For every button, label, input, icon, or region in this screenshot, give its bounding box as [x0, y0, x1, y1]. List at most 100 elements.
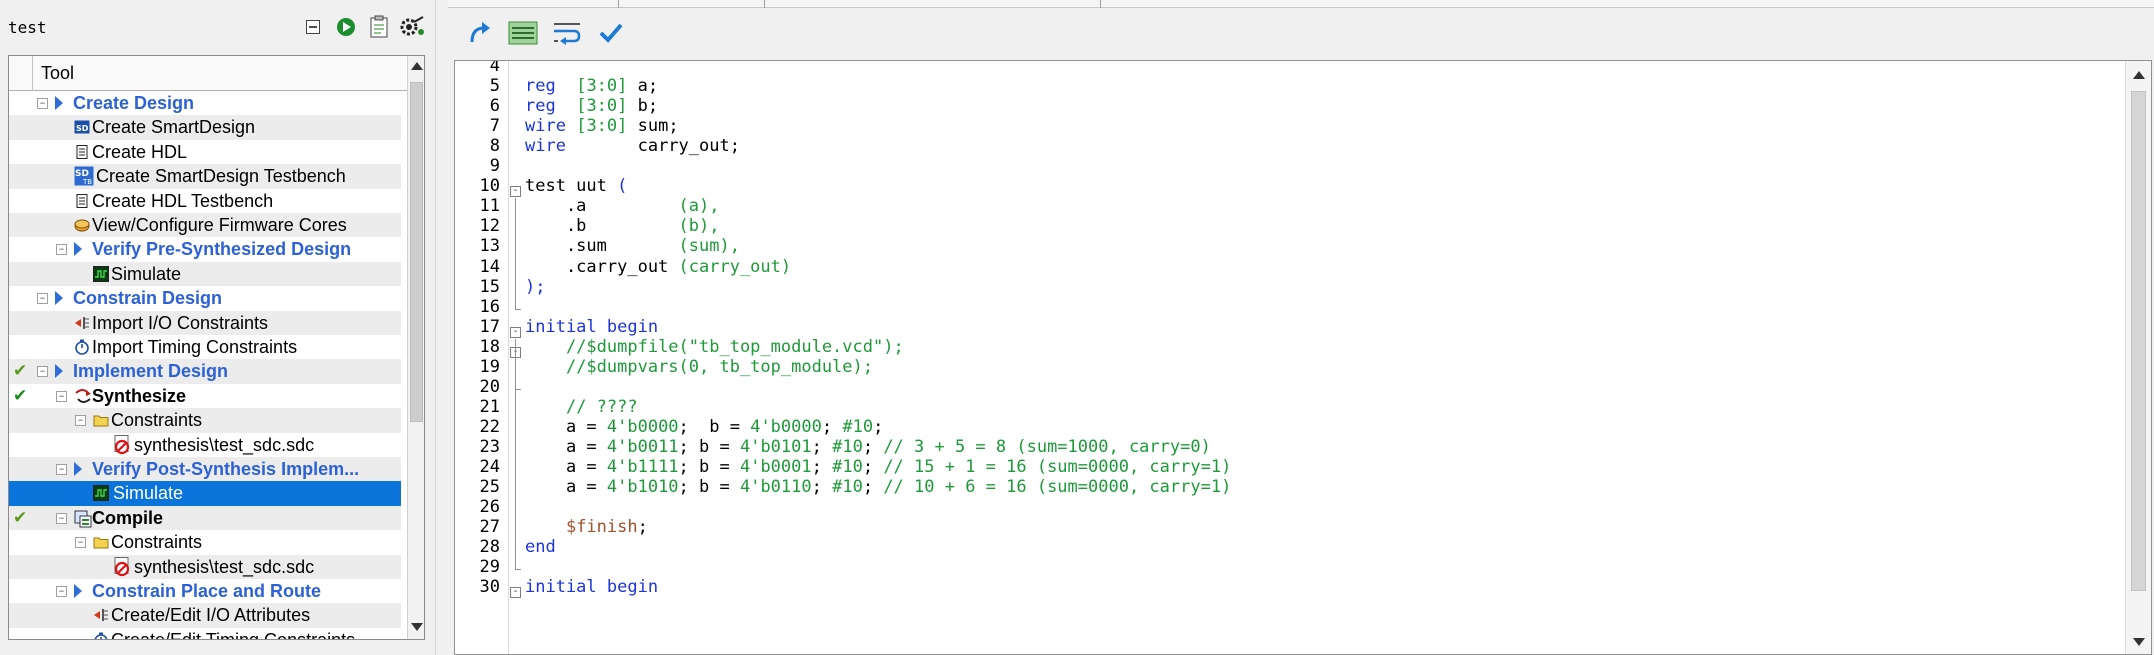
- code-line[interactable]: wire carry_out;: [525, 136, 740, 156]
- tree-item[interactable]: ✔ − Implement Design: [9, 359, 401, 384]
- expand-arrow-icon[interactable]: [74, 462, 82, 476]
- code-line[interactable]: test uut (: [525, 176, 627, 196]
- line-number: 4: [489, 60, 500, 76]
- fold-toggle-icon[interactable]: -: [510, 186, 521, 198]
- code-line[interactable]: .a (a),: [525, 196, 720, 216]
- line-number: 19: [479, 356, 500, 377]
- panel-splitter[interactable]: [435, 0, 447, 655]
- tree-item[interactable]: − Create Design: [9, 91, 401, 115]
- expand-arrow-icon[interactable]: [74, 242, 82, 257]
- tree-item[interactable]: Create HDL: [9, 140, 401, 164]
- code-line[interactable]: $finish;: [525, 517, 648, 537]
- run-icon[interactable]: [333, 14, 358, 39]
- collapse-toggle-icon[interactable]: −: [56, 244, 67, 256]
- scroll-thumb[interactable]: [2131, 91, 2146, 591]
- tree-item[interactable]: Create HDL Testbench: [9, 189, 401, 213]
- status-cell: [9, 115, 33, 139]
- code-line[interactable]: // ????: [525, 397, 638, 417]
- collapse-toggle-icon[interactable]: −: [56, 586, 67, 597]
- code-line[interactable]: reg [3:0] b;: [525, 96, 658, 116]
- report-icon[interactable]: [366, 14, 391, 39]
- code-line[interactable]: wire [3:0] sum;: [525, 116, 679, 136]
- line-number: 20: [479, 376, 500, 397]
- check-syntax-icon[interactable]: [594, 16, 628, 50]
- tree-item[interactable]: − Constrain Design: [9, 286, 401, 310]
- code-line[interactable]: a = 4'b1010; b = 4'b0110; #10; // 10 + 6…: [525, 477, 1231, 497]
- code-line[interactable]: a = 4'b1111; b = 4'b0001; #10; // 15 + 1…: [525, 457, 1231, 477]
- code-line[interactable]: .carry_out (carry_out): [525, 257, 791, 277]
- comment-block-icon[interactable]: [506, 16, 540, 50]
- expand-arrow-icon[interactable]: [55, 364, 63, 379]
- collapse-toggle-icon[interactable]: −: [56, 512, 67, 524]
- tree-item[interactable]: Create/Edit I/O Attributes: [9, 603, 401, 628]
- code-line[interactable]: a = 4'b0000; b = 4'b0000; #10;: [525, 417, 883, 437]
- line-number: 11: [479, 196, 500, 217]
- code-area[interactable]: reg [3:0] a; reg [3:0] b; wire [3:0] sum; w…: [523, 61, 2123, 654]
- code-token: ; b =: [678, 416, 751, 437]
- fold-toggle-icon[interactable]: -: [510, 326, 521, 338]
- scroll-thumb[interactable]: [410, 82, 423, 422]
- tree-item[interactable]: View/Configure Firmware Cores: [9, 213, 401, 238]
- fold-toggle-icon[interactable]: -: [510, 587, 521, 599]
- tree-item[interactable]: − Verify Post-Synthesis Implem...: [9, 457, 401, 482]
- code-line[interactable]: .b (b),: [525, 216, 720, 236]
- code-token: 4'b0000: [750, 416, 822, 437]
- collapse-toggle-icon[interactable]: −: [56, 464, 67, 475]
- editor-scrollbar[interactable]: [2125, 61, 2151, 654]
- collapse-toggle-icon[interactable]: −: [37, 366, 48, 378]
- tree-item-label: Constrain Place and Route: [92, 581, 322, 601]
- collapse-toggle-icon[interactable]: −: [75, 415, 86, 427]
- scroll-down-icon[interactable]: [2133, 638, 2145, 646]
- expand-arrow-icon[interactable]: [55, 96, 63, 110]
- code-line[interactable]: //$dumpfile("tb_top_module.vcd");: [525, 337, 904, 357]
- tree-item[interactable]: Simulate: [9, 261, 401, 287]
- simulate-icon: [93, 485, 109, 502]
- tree-item[interactable]: Import Timing Constraints: [9, 335, 401, 359]
- collapse-toggle-icon[interactable]: −: [37, 293, 48, 305]
- editor-tab-strip[interactable]: [448, 0, 2154, 8]
- status-column-header: [9, 56, 33, 91]
- wrap-icon[interactable]: [550, 16, 584, 50]
- tree-item[interactable]: − Constraints: [9, 530, 401, 554]
- tree-item[interactable]: ✔ − Synthesize: [9, 384, 401, 408]
- tree-item[interactable]: Import I/O Constraints: [9, 310, 401, 335]
- collapse-toggle-icon[interactable]: −: [37, 98, 48, 109]
- configure-icon[interactable]: [399, 14, 424, 39]
- code-line[interactable]: initial begin: [525, 577, 658, 597]
- tree-item[interactable]: − Constraints: [9, 408, 401, 433]
- tree-item[interactable]: SD Create SmartDesign: [9, 115, 401, 140]
- sdc-file-icon: [112, 556, 130, 576]
- fold-margin[interactable]: ----: [509, 61, 523, 654]
- redo-icon[interactable]: [462, 16, 496, 50]
- tool-column-header[interactable]: Tool: [9, 56, 407, 91]
- status-cell: [9, 237, 33, 261]
- scroll-up-icon[interactable]: [411, 62, 423, 70]
- collapse-toggle-icon[interactable]: −: [75, 537, 86, 549]
- code-line[interactable]: reg [3:0] a;: [525, 76, 658, 96]
- scroll-down-icon[interactable]: [411, 623, 423, 631]
- code-line[interactable]: );: [525, 277, 545, 297]
- collapse-all-icon[interactable]: [300, 14, 325, 39]
- expand-arrow-icon[interactable]: [55, 291, 63, 306]
- expand-arrow-icon[interactable]: [74, 584, 82, 598]
- tree-item[interactable]: SD TB Create SmartDesign Testbench: [9, 164, 401, 189]
- tree-item[interactable]: Create/Edit Timing Constraints: [9, 628, 401, 639]
- code-token: $finish: [565, 517, 638, 538]
- code-line[interactable]: //$dumpvars(0, tb_top_module);: [525, 357, 873, 377]
- tree-item[interactable]: ✔ − Compile: [9, 505, 401, 531]
- tree-item[interactable]: Simulate: [9, 481, 401, 506]
- tree-scrollbar[interactable]: [407, 56, 424, 639]
- tree-item[interactable]: synthesis\test_sdc.sdc: [9, 433, 401, 457]
- code-line[interactable]: a = 4'b0011; b = 4'b0101; #10; // 3 + 5 …: [525, 437, 1211, 457]
- code-line[interactable]: .sum (sum),: [525, 236, 740, 256]
- collapse-toggle-icon[interactable]: −: [56, 390, 67, 402]
- code-editor[interactable]: 4 5 6 7 8 9 10 11 12 13 14 15 16 17 18 19 20 21 22 23 24 25 26…: [454, 60, 2152, 655]
- code-line[interactable]: initial begin: [525, 317, 658, 337]
- tree-item[interactable]: − Verify Pre-Synthesized Design: [9, 237, 401, 261]
- tree-item[interactable]: synthesis\test_sdc.sdc: [9, 554, 401, 579]
- project-title: test: [8, 18, 47, 37]
- code-line[interactable]: end: [525, 537, 556, 557]
- synthesize-icon: [74, 388, 91, 404]
- tree-item[interactable]: − Constrain Place and Route: [9, 579, 401, 603]
- scroll-up-icon[interactable]: [2133, 71, 2145, 79]
